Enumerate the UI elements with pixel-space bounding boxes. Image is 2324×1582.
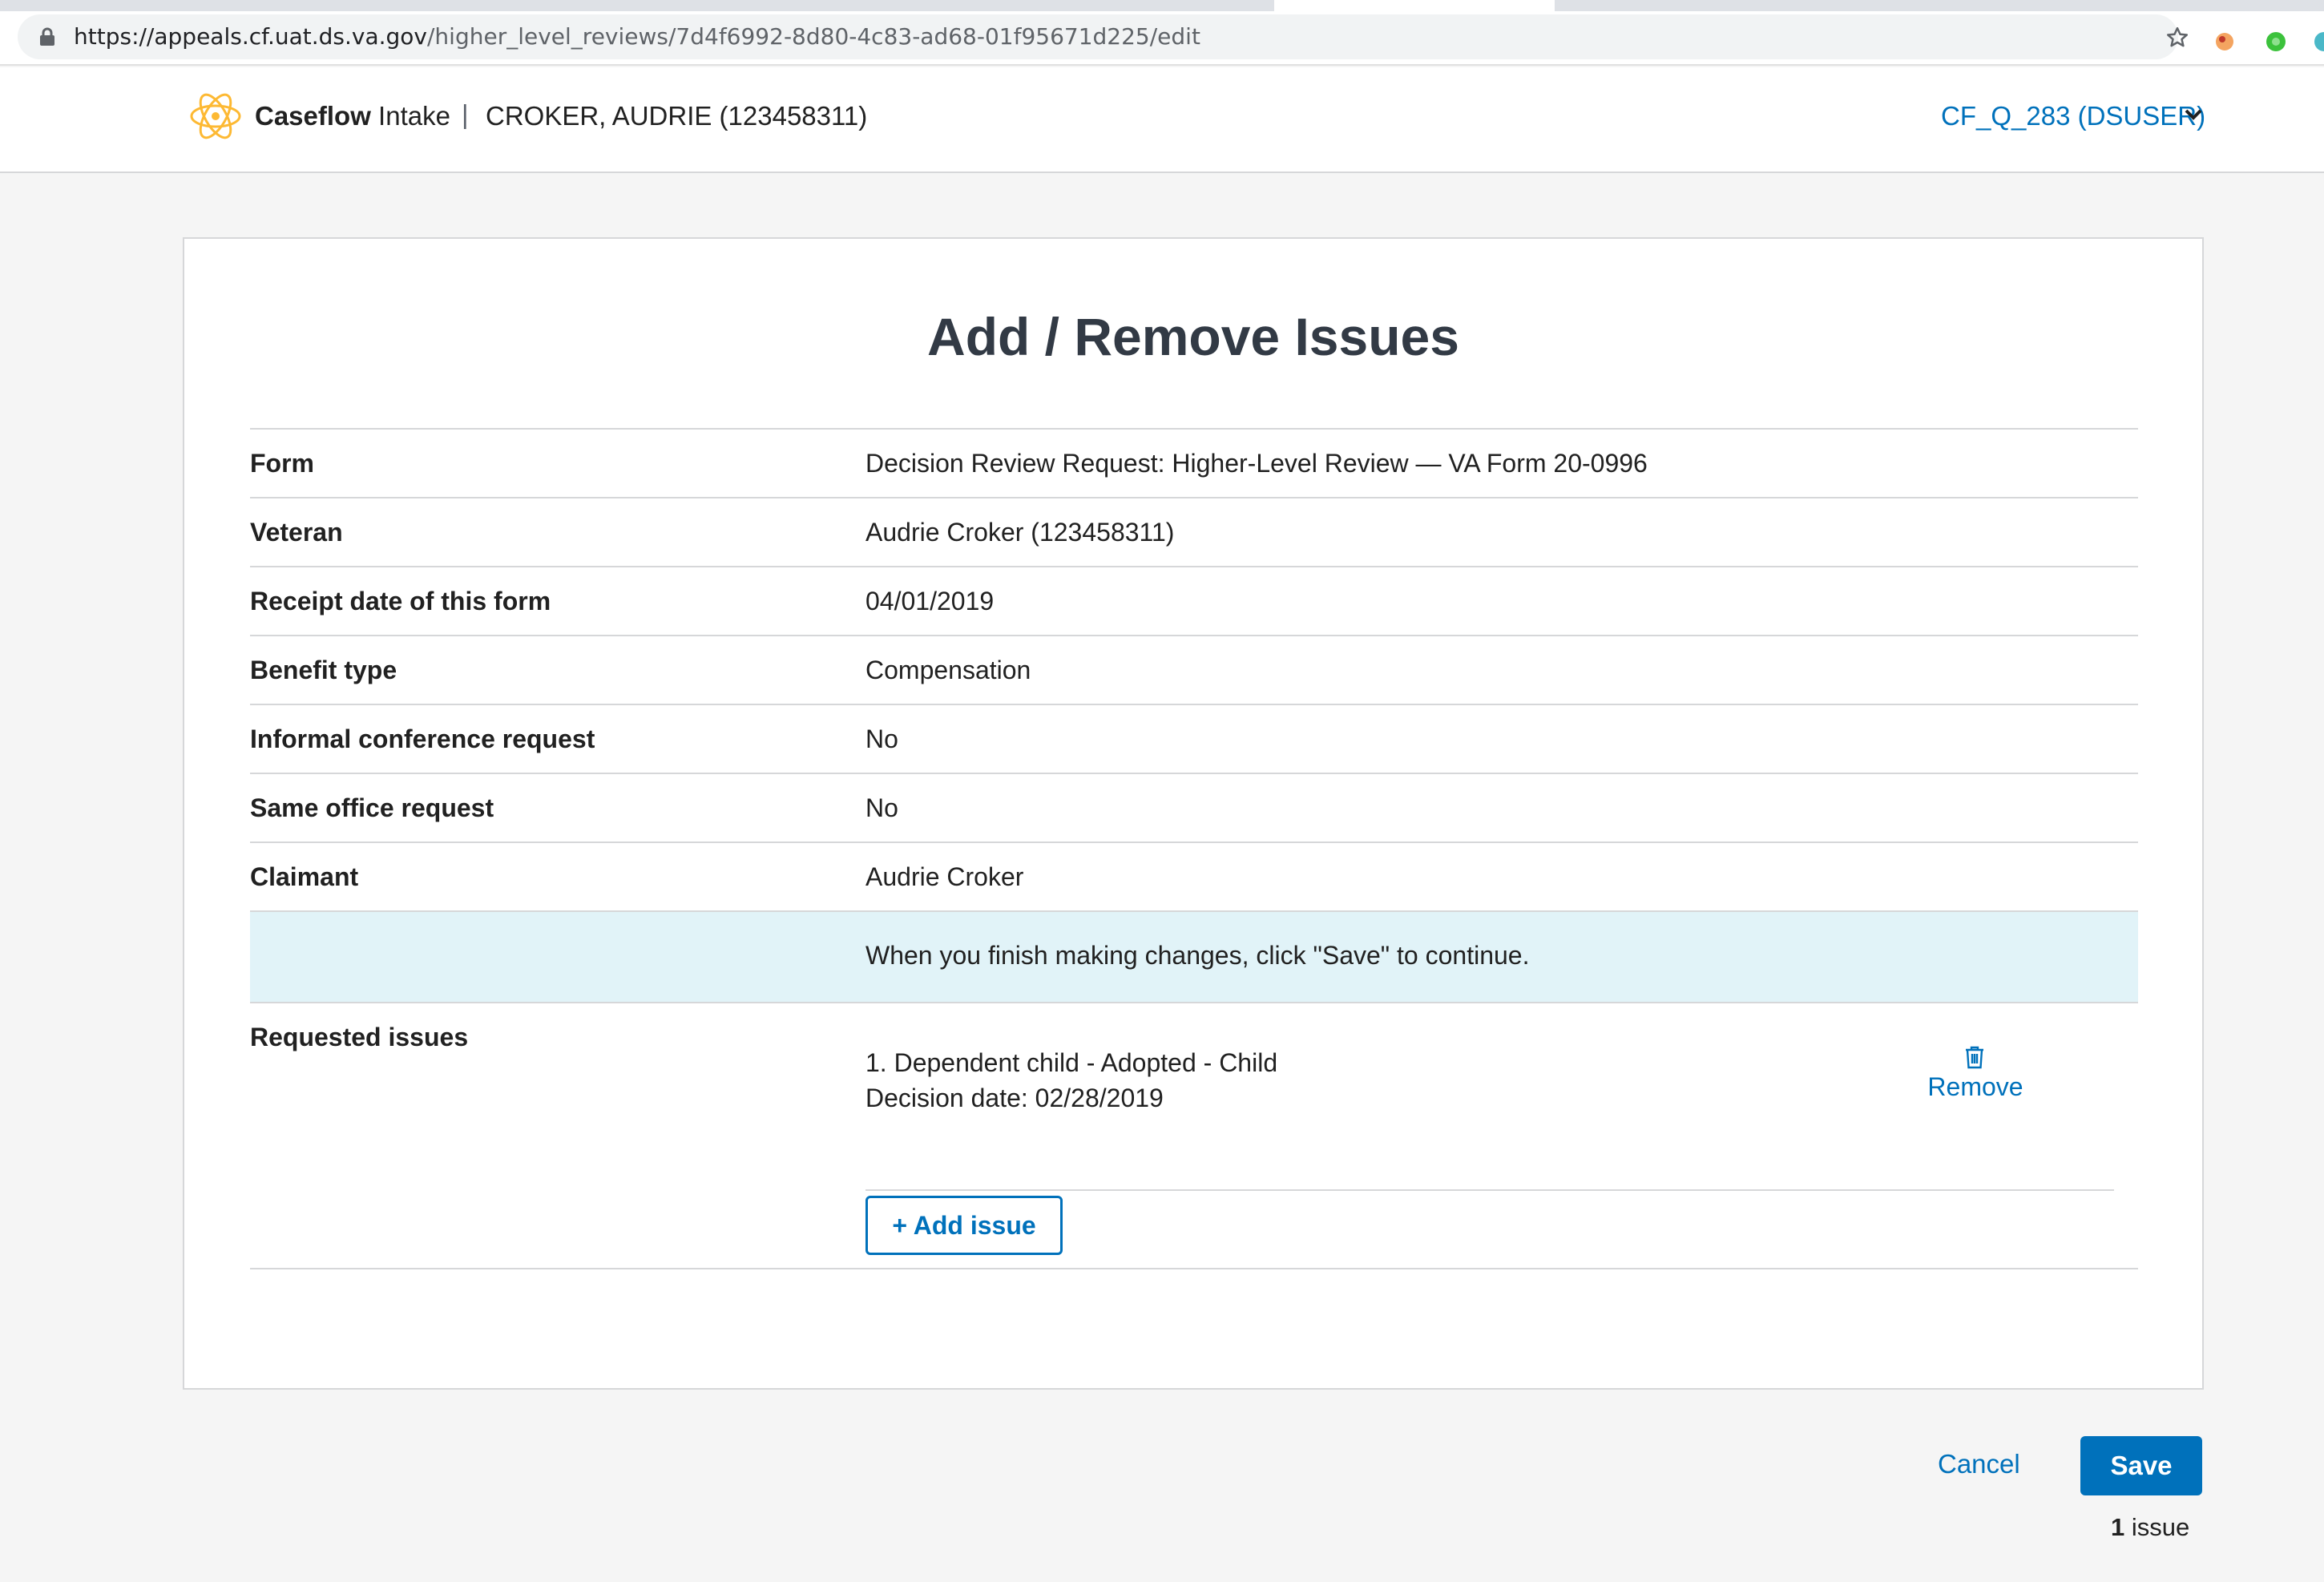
- extension-icon[interactable]: [2313, 30, 2324, 53]
- user-menu-button[interactable]: CF_Q_283 (DSUSER): [1941, 101, 2205, 131]
- issue-count-word: issue: [2131, 1513, 2190, 1541]
- detail-value: Decision Review Request: Higher-Level Re…: [865, 449, 1648, 478]
- browser-tab-strip: [0, 0, 2324, 11]
- app-title[interactable]: Caseflow Intake: [255, 101, 450, 131]
- issue-count-summary: 1 issue: [2111, 1513, 2189, 1542]
- requested-issues-label: Requested issues: [250, 1023, 469, 1051]
- page-title: Add / Remove Issues: [927, 307, 1459, 366]
- detail-label: Claimant: [250, 862, 359, 891]
- detail-label: Veteran: [250, 518, 343, 547]
- brand-name: Caseflow: [255, 101, 371, 131]
- url-path: /higher_level_reviews/7d4f6992-8d80-4c83…: [427, 23, 1200, 50]
- cancel-button[interactable]: Cancel: [1938, 1449, 2020, 1479]
- detail-value: No: [865, 724, 898, 753]
- remove-issue-button[interactable]: Remove: [1925, 1045, 2026, 1109]
- issue-decision-date: Decision date: 02/28/2019: [865, 1084, 1164, 1112]
- detail-value: Audrie Croker (123458311): [865, 518, 1175, 547]
- detail-row-receipt-date: Receipt date of this form 04/01/2019: [250, 566, 2138, 635]
- add-issue-button[interactable]: + Add issue: [865, 1196, 1063, 1255]
- extension-icon[interactable]: [2265, 30, 2287, 53]
- extension-icon[interactable]: [2213, 30, 2236, 53]
- save-button[interactable]: Save: [2080, 1436, 2202, 1495]
- detail-value: Audrie Croker: [865, 862, 1024, 891]
- url-text: https://appeals.cf.uat.ds.va.gov/higher_…: [74, 25, 1200, 49]
- browser-toolbar: https://appeals.cf.uat.ds.va.gov/higher_…: [0, 11, 2324, 66]
- detail-value: No: [865, 793, 898, 822]
- header-separator: |: [462, 99, 469, 129]
- detail-value: 04/01/2019: [865, 587, 995, 615]
- detail-row-benefit-type: Benefit type Compensation: [250, 635, 2138, 704]
- header-veteran-name: CROKER, AUDRIE (123458311): [486, 101, 868, 131]
- save-notice-banner: When you finish making changes, click "S…: [250, 910, 2138, 1002]
- detail-row-form: Form Decision Review Request: Higher-Lev…: [250, 428, 2138, 497]
- remove-issue-label: Remove: [1927, 1072, 2023, 1101]
- issue-list-item: 1. Dependent child - Adopted - Child Dec…: [865, 1045, 2114, 1191]
- issue-description: 1. Dependent child - Adopted - Child: [865, 1048, 1278, 1077]
- edit-issues-card: Add / Remove Issues Form Decision Review…: [183, 237, 2204, 1390]
- requested-issues-section: Requested issues 1. Dependent child - Ad…: [250, 1002, 2138, 1269]
- address-bar[interactable]: https://appeals.cf.uat.ds.va.gov/higher_…: [18, 14, 2188, 59]
- detail-label: Receipt date of this form: [250, 587, 551, 615]
- detail-label: Form: [250, 449, 314, 478]
- detail-label: Benefit type: [250, 656, 397, 684]
- detail-value: Compensation: [865, 656, 1031, 684]
- trash-icon: [1966, 1046, 1983, 1069]
- detail-row-informal-conference: Informal conference request No: [250, 704, 2138, 773]
- lock-icon: [40, 27, 54, 46]
- detail-label: Informal conference request: [250, 724, 595, 753]
- detail-label: Same office request: [250, 793, 494, 822]
- save-notice-text: When you finish making changes, click "S…: [865, 941, 1530, 970]
- browser-active-tab[interactable]: [1274, 0, 1555, 11]
- bookmark-star-icon[interactable]: [2165, 26, 2189, 50]
- detail-row-claimant: Claimant Audrie Croker: [250, 841, 2138, 910]
- issue-count-number: 1: [2111, 1513, 2125, 1541]
- detail-row-same-office: Same office request No: [250, 773, 2138, 841]
- chevron-down-icon[interactable]: [2183, 106, 2204, 123]
- app-name: Intake: [378, 101, 450, 131]
- caseflow-logo-icon[interactable]: [188, 88, 244, 144]
- intake-details-table: Form Decision Review Request: Higher-Lev…: [250, 428, 2138, 1269]
- app-header: Caseflow Intake | CROKER, AUDRIE (123458…: [0, 67, 2324, 173]
- url-host: https://appeals.cf.uat.ds.va.gov: [74, 23, 427, 50]
- detail-row-veteran: Veteran Audrie Croker (123458311): [250, 497, 2138, 566]
